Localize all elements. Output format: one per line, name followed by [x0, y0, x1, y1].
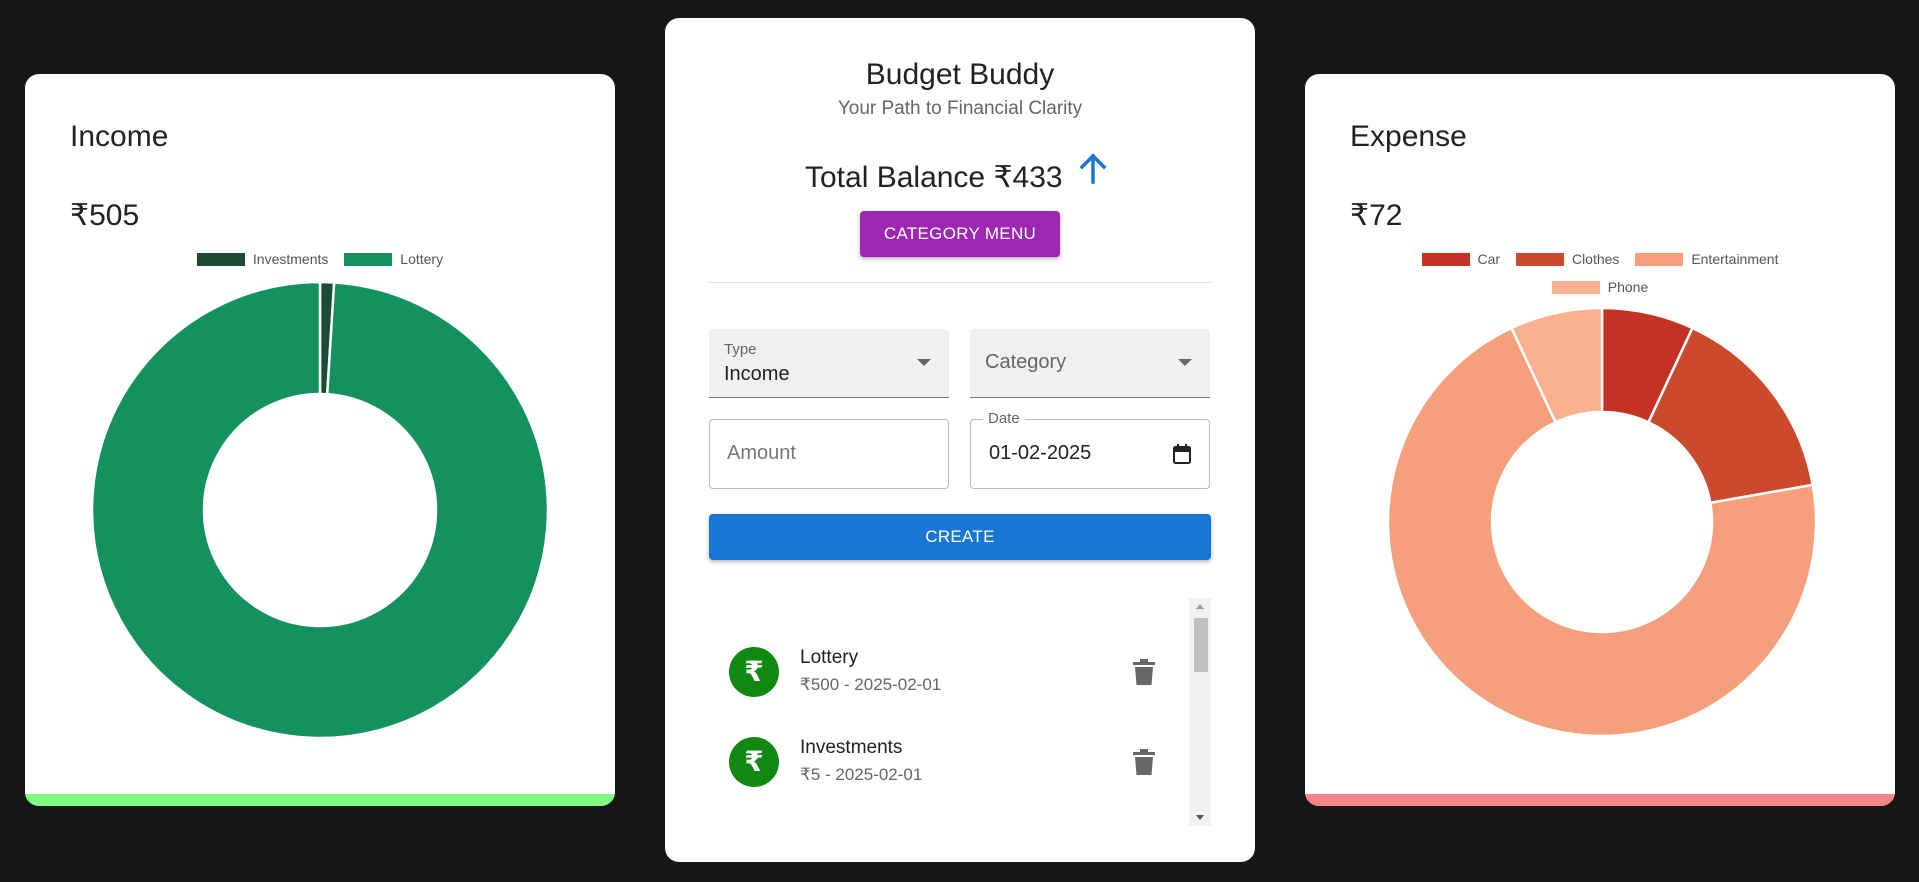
- amount-placeholder: Amount: [727, 442, 796, 464]
- calendar-icon[interactable]: [1173, 444, 1191, 464]
- donut-slice-lottery[interactable]: [90, 280, 550, 740]
- income-card: Income ₹505 Investments Lottery: [25, 74, 615, 806]
- expense-accent-bar: [1305, 794, 1895, 806]
- expense-card: Expense ₹72 Car Clothes Entertainment Ph…: [1305, 74, 1895, 806]
- create-button[interactable]: CREATE: [709, 514, 1211, 560]
- type-label: Type: [724, 341, 757, 358]
- type-value: Income: [724, 363, 790, 385]
- date-label: Date: [983, 410, 1025, 427]
- transaction-title: Investments: [800, 737, 903, 758]
- transaction-list: ₹ Lottery ₹500 - 2025-02-01 ₹ Investment…: [709, 598, 1189, 826]
- rupee-avatar-icon: ₹: [729, 647, 779, 697]
- category-placeholder: Category: [985, 351, 1067, 373]
- transaction-title: Lottery: [800, 647, 859, 668]
- income-donut-chart: [90, 280, 550, 740]
- total-balance: Total Balance ₹433: [805, 161, 1063, 194]
- category-menu-button[interactable]: CATEGORY MENU: [860, 211, 1060, 257]
- scroll-thumb[interactable]: [1194, 618, 1208, 672]
- list-item[interactable]: ₹ Lottery ₹500 - 2025-02-01: [709, 637, 1189, 707]
- date-value: 01-02-2025: [989, 442, 1092, 464]
- app-subtitle: Your Path to Financial Clarity: [837, 98, 1083, 119]
- app-title: Budget Buddy: [865, 58, 1055, 91]
- chevron-down-icon: [1178, 359, 1192, 366]
- budget-form-card: Budget Buddy Your Path to Financial Clar…: [665, 18, 1255, 862]
- category-select[interactable]: Category: [970, 329, 1210, 398]
- amount-input[interactable]: Amount: [709, 419, 949, 489]
- scroll-up-icon[interactable]: [1196, 604, 1204, 609]
- transaction-list-scrollbar[interactable]: [1189, 598, 1211, 826]
- scroll-down-icon[interactable]: [1196, 815, 1204, 820]
- divider: [709, 282, 1211, 283]
- transaction-detail: ₹500 - 2025-02-01: [800, 675, 942, 694]
- chevron-down-icon: [917, 359, 931, 366]
- transaction-detail: ₹5 - 2025-02-01: [800, 765, 923, 784]
- list-item[interactable]: ₹ Investments ₹5 - 2025-02-01: [709, 727, 1189, 797]
- trash-icon[interactable]: [1133, 749, 1155, 775]
- trash-icon[interactable]: [1133, 659, 1155, 685]
- expense-donut-chart: [1386, 306, 1818, 738]
- type-select[interactable]: Type Income: [709, 329, 949, 398]
- rupee-avatar-icon: ₹: [729, 737, 779, 787]
- income-accent-bar: [25, 794, 615, 806]
- arrow-up-icon: [1079, 153, 1107, 184]
- date-input[interactable]: Date 01-02-2025: [970, 410, 1210, 489]
